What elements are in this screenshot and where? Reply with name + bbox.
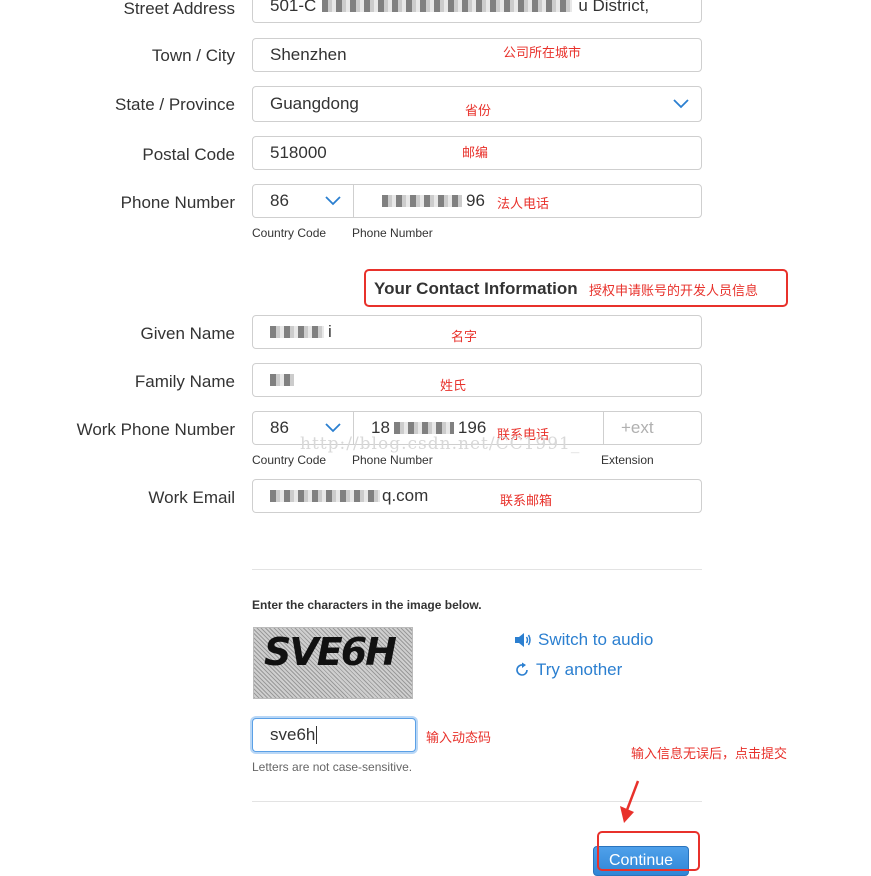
refresh-icon — [516, 662, 528, 676]
redacted-text — [270, 326, 324, 338]
chevron-down-icon — [325, 423, 341, 433]
phone-number-label: Phone Number — [120, 193, 235, 212]
redacted-text — [270, 490, 380, 502]
redacted-text — [393, 422, 454, 434]
captcha-hint: Letters are not case-sensitive. — [252, 760, 413, 774]
city-input[interactable]: Shenzhen — [252, 38, 702, 72]
watermark: http://blog.csdn.net/CC1991_ — [300, 434, 581, 454]
continue-highlight — [597, 831, 700, 871]
postal-annotation: 邮编 — [462, 146, 489, 161]
redacted-text — [270, 374, 294, 386]
captcha-input[interactable]: sve6h — [252, 718, 416, 752]
text-cursor — [316, 726, 318, 744]
city-annotation: 公司所在城市 — [503, 46, 582, 61]
work-country-code-caption: Country Code — [252, 453, 327, 467]
work-email-input[interactable]: q.com — [252, 479, 702, 513]
postal-code-value: 518000 — [270, 143, 327, 162]
phone-number-caption: Phone Number — [352, 226, 433, 240]
country-code-caption: Country Code — [252, 226, 327, 240]
given-annotation: 名字 — [451, 330, 478, 345]
family-name-label: Family Name — [134, 372, 235, 391]
given-name-value-tail: i — [328, 322, 332, 341]
phone-country-code-value: 86 — [270, 191, 289, 210]
state-label: State / Province — [114, 95, 235, 114]
city-label: Town / City — [151, 46, 235, 65]
work-phone-number-caption: Phone Number — [352, 453, 433, 467]
redacted-text — [322, 0, 573, 12]
phone-number-group: 86 96 — [252, 184, 702, 218]
captcha-image: SVE6H — [253, 627, 413, 699]
city-value: Shenzhen — [270, 45, 347, 64]
family-annotation: 姓氏 — [440, 379, 467, 394]
captcha-annotation: 输入动态码 — [426, 731, 492, 746]
work-phone-country-code-value: 86 — [270, 418, 289, 437]
email-annotation: 联系邮箱 — [500, 494, 553, 509]
try-another-link[interactable]: Try another — [514, 660, 622, 680]
divider — [252, 569, 702, 570]
extension-caption: Extension — [601, 453, 654, 467]
submit-annotation: 输入信息无误后，点击提交 — [631, 747, 788, 762]
switch-to-audio-label: Switch to audio — [538, 630, 654, 649]
chevron-down-icon — [325, 196, 341, 206]
speaker-icon — [515, 633, 531, 647]
given-name-label: Given Name — [140, 324, 235, 343]
contact-heading: Your Contact Information — [374, 279, 578, 298]
street-address-value-tail: u District, — [578, 0, 650, 15]
arrow-annotation-icon — [620, 780, 640, 823]
family-name-input[interactable] — [252, 363, 702, 397]
contact-annotation: 授权申请账号的开发人员信息 — [589, 284, 759, 299]
street-address-label: Street Address — [123, 0, 235, 18]
work-email-label: Work Email — [148, 488, 235, 507]
redacted-text — [382, 195, 462, 207]
captcha-image-text: SVE6H — [264, 630, 397, 674]
phone-country-code-select[interactable]: 86 — [253, 185, 353, 217]
try-another-label: Try another — [536, 660, 623, 679]
state-annotation: 省份 — [465, 104, 492, 119]
work-email-value-tail: q.com — [382, 486, 429, 505]
captcha-instruction: Enter the characters in the image below. — [252, 598, 482, 612]
state-value: Guangdong — [270, 94, 359, 113]
captcha-input-value: sve6h — [270, 725, 316, 744]
phone-annotation: 法人电话 — [497, 197, 550, 212]
street-address-input[interactable]: 501-C u District, — [252, 0, 702, 23]
postal-code-label: Postal Code — [142, 145, 235, 164]
switch-to-audio-link[interactable]: Switch to audio — [514, 630, 653, 650]
chevron-down-icon — [673, 99, 689, 109]
street-address-value: 501-C — [270, 0, 317, 15]
phone-number-value-tail: 96 — [466, 191, 485, 210]
extension-input[interactable]: +ext — [603, 412, 701, 444]
work-phone-label: Work Phone Number — [76, 420, 235, 439]
